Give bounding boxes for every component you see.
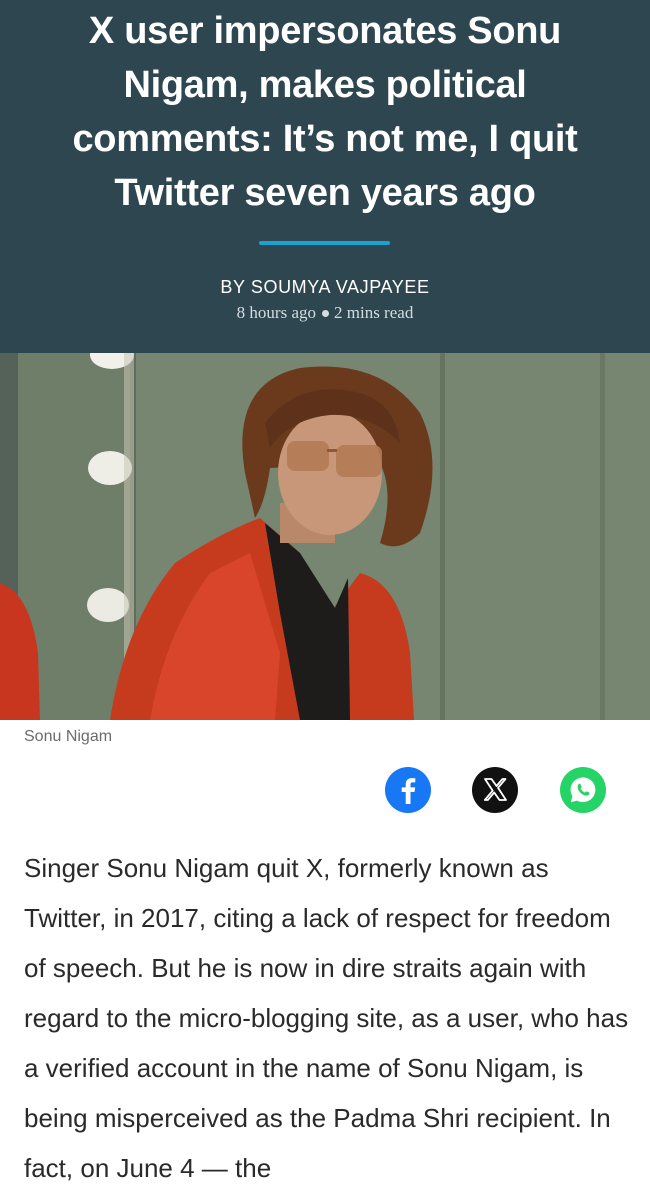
hero-image: [0, 353, 650, 720]
hero-photo-illustration: [0, 353, 650, 720]
article-paragraph: Singer Sonu Nigam quit X, formerly known…: [24, 853, 629, 1183]
meta-separator-dot: [322, 309, 329, 317]
whatsapp-icon: [570, 777, 596, 803]
x-icon: [483, 778, 507, 801]
share-buttons: [0, 767, 650, 813]
share-facebook-button[interactable]: [385, 767, 431, 813]
posted-time: 8 hours ago: [236, 303, 316, 322]
article-header: X user impersonates Sonu Nigam, makes po…: [0, 0, 650, 353]
headline-divider: [259, 241, 390, 245]
image-caption: Sonu Nigam: [24, 728, 113, 745]
author-byline[interactable]: BY SOUMYA VAJPAYEE: [0, 277, 650, 298]
share-x-button[interactable]: [472, 767, 518, 813]
article-headline: X user impersonates Sonu Nigam, makes po…: [72, 10, 578, 214]
facebook-icon: [401, 778, 416, 804]
article-meta: 8 hours ago 2 mins read: [0, 303, 650, 323]
share-whatsapp-button[interactable]: [560, 767, 606, 813]
article-body: Singer Sonu Nigam quit X, formerly known…: [24, 843, 629, 1193]
read-time: 2 mins read: [334, 303, 414, 322]
